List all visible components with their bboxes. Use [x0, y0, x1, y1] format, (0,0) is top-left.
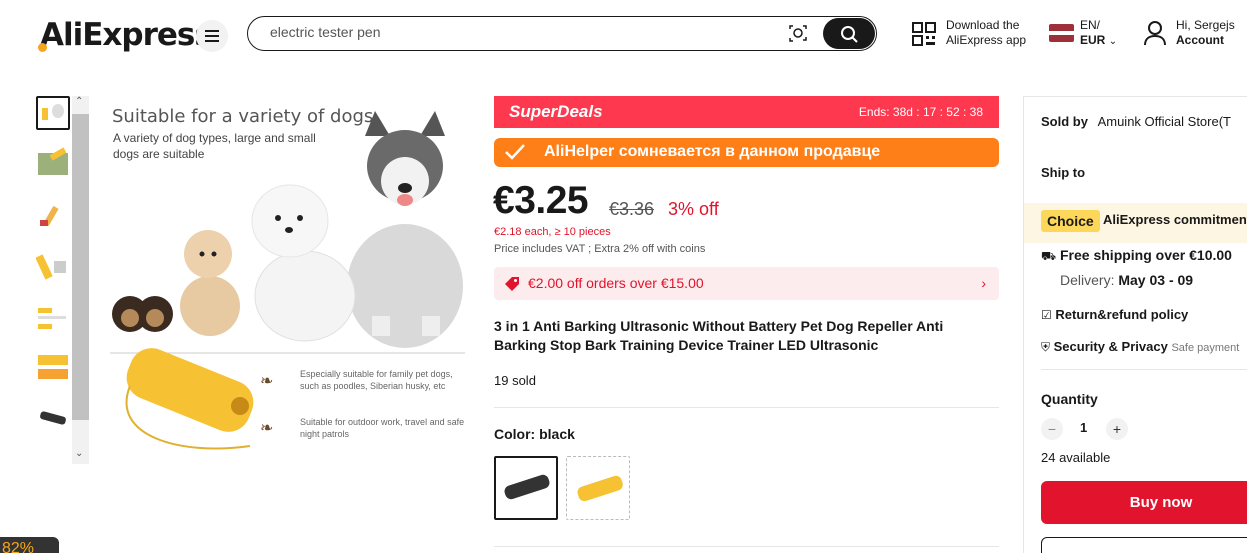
logo-text: AliExpress — [40, 17, 213, 53]
scroll-up-icon[interactable]: ⌃ — [75, 96, 83, 107]
color-label: Color: black — [494, 426, 575, 442]
language-currency-selector[interactable]: EN/ EUR ⌄ — [1080, 18, 1117, 49]
search-bar — [247, 16, 877, 51]
divider — [494, 546, 999, 547]
alihelper-banner[interactable]: AliHelper сомневается в данном продавце — [494, 138, 999, 167]
purchase-panel: Sold by Amuink Official Store(T Ship to … — [1023, 96, 1247, 553]
thumbnail[interactable] — [36, 198, 70, 232]
scrollbar-thumb[interactable] — [72, 114, 89, 420]
color-swatch-yellow[interactable] — [566, 456, 630, 520]
shield-icon: ⛨ — [1041, 340, 1051, 354]
tag-icon — [504, 276, 520, 297]
download-line1: Download the — [946, 18, 1020, 32]
search-icon — [841, 25, 858, 43]
download-app-link[interactable]: Download the AliExpress app — [946, 18, 1026, 48]
page: AliExpress Download the AliExpress app E… — [0, 0, 1247, 553]
thumbnail[interactable] — [36, 300, 70, 334]
free-shipping-text: Free shipping over €10.00 — [1060, 247, 1232, 263]
security-sub: Safe payment — [1171, 342, 1240, 354]
aliexpress-logo[interactable]: AliExpress — [38, 17, 213, 53]
quantity-label: Quantity — [1041, 391, 1098, 407]
product-title: 3 in 1 Anti Barking Ultrasonic Without B… — [494, 318, 944, 353]
hamburger-icon — [205, 30, 219, 42]
alihelper-text: AliHelper сомневается в данном продавце — [544, 143, 881, 160]
superdeals-countdown: Ends: 38d : 17 : 52 : 38 — [858, 105, 983, 119]
currency-label: EUR — [1080, 33, 1106, 47]
latvia-flag-icon[interactable] — [1049, 24, 1074, 42]
delivery-date: May 03 - 09 — [1118, 272, 1194, 288]
search-button[interactable] — [823, 18, 875, 49]
security-text: Security & Privacy — [1053, 339, 1168, 354]
available-count: 24 available — [1041, 450, 1111, 465]
divider — [1041, 369, 1247, 370]
vat-note: Price includes VAT ; Extra 2% off with c… — [494, 243, 706, 255]
thumbnail[interactable] — [36, 402, 70, 436]
return-policy-text: Return&refund policy — [1055, 307, 1189, 322]
truck-icon: ⛟ — [1041, 249, 1057, 263]
main-product-image[interactable]: Suitable for a variety of dogs A variety… — [100, 96, 475, 466]
menu-button[interactable] — [196, 20, 228, 52]
sold-by-label: Sold by — [1041, 114, 1088, 129]
buy-now-button[interactable]: Buy now — [1041, 481, 1247, 524]
choice-badge: Choice — [1041, 210, 1100, 232]
security-row[interactable]: ⛨ Security & Privacy Safe payment — [1041, 339, 1239, 355]
original-price: €3.36 — [609, 199, 655, 219]
check-icon — [504, 143, 526, 166]
language-label: EN/ — [1080, 18, 1101, 32]
greeting: Hi, Sergejs — [1176, 18, 1235, 32]
thumbnail[interactable] — [36, 351, 70, 385]
chevron-right-icon: › — [981, 275, 986, 291]
current-price: €3.25 — [493, 179, 589, 222]
thumbnail[interactable] — [36, 96, 70, 130]
dogs-illustration: ❧ ❧ — [110, 111, 465, 450]
svg-text:❧: ❧ — [260, 373, 273, 390]
logo-dot — [38, 43, 47, 52]
superdeals-title: SuperDeals — [509, 102, 603, 121]
sold-count: 19 sold — [494, 373, 536, 388]
choice-text[interactable]: AliExpress commitment — [1103, 212, 1247, 227]
zoom-indicator: 82% — [0, 537, 59, 553]
scroll-down-icon[interactable]: ⌄ — [75, 448, 83, 459]
delivery-row: Delivery: May 03 - 09 — [1060, 272, 1193, 288]
coupon-banner[interactable]: €2.00 off orders over €15.00 › — [494, 267, 999, 300]
add-to-cart-button[interactable] — [1041, 537, 1247, 553]
qr-code-icon[interactable] — [912, 22, 936, 51]
free-shipping-row: ⛟ Free shipping over €10.00 — [1041, 247, 1232, 265]
bulk-price: €2.18 each, ≥ 10 pieces — [494, 226, 611, 238]
image-search-icon[interactable] — [789, 24, 807, 47]
quantity-increase-button[interactable]: + — [1106, 418, 1128, 440]
return-icon: ☑ — [1041, 308, 1052, 322]
discount-label: 3% off — [668, 199, 719, 219]
superdeals-banner[interactable]: SuperDeals Ends: 38d : 17 : 52 : 38 — [494, 96, 999, 128]
thumbnail[interactable] — [36, 147, 70, 181]
sold-by-row: Sold by Amuink Official Store(T — [1041, 114, 1231, 129]
image-note-2: Suitable for outdoor work, travel and sa… — [300, 417, 465, 439]
account-menu[interactable]: Hi, Sergejs Account — [1176, 18, 1235, 48]
thumbnail-list — [36, 96, 72, 453]
svg-text:❧: ❧ — [260, 420, 273, 437]
return-policy-row[interactable]: ☑ Return&refund policy — [1041, 307, 1188, 322]
divider — [494, 407, 999, 408]
quantity-decrease-button[interactable]: − — [1041, 418, 1063, 440]
account-label: Account — [1176, 33, 1224, 47]
ship-to-label: Ship to — [1041, 165, 1086, 180]
delivery-label: Delivery: — [1060, 272, 1115, 288]
user-icon[interactable] — [1143, 20, 1167, 51]
ship-to-row[interactable]: Ship to — [1041, 165, 1085, 180]
chevron-down-icon: ⌄ — [1108, 36, 1118, 47]
search-input[interactable] — [270, 24, 750, 40]
download-line2: AliExpress app — [946, 33, 1027, 47]
thumbnail-scrollbar[interactable]: ⌃ ⌄ — [72, 96, 89, 464]
store-link[interactable]: Amuink Official Store(T — [1098, 114, 1231, 129]
color-swatch-black[interactable] — [494, 456, 558, 520]
quantity-value[interactable]: 1 — [1080, 420, 1087, 435]
coupon-text: €2.00 off orders over €15.00 — [528, 275, 704, 291]
image-note-1: Especially suitable for family pet dogs,… — [300, 369, 453, 391]
thumbnail[interactable] — [36, 249, 70, 283]
